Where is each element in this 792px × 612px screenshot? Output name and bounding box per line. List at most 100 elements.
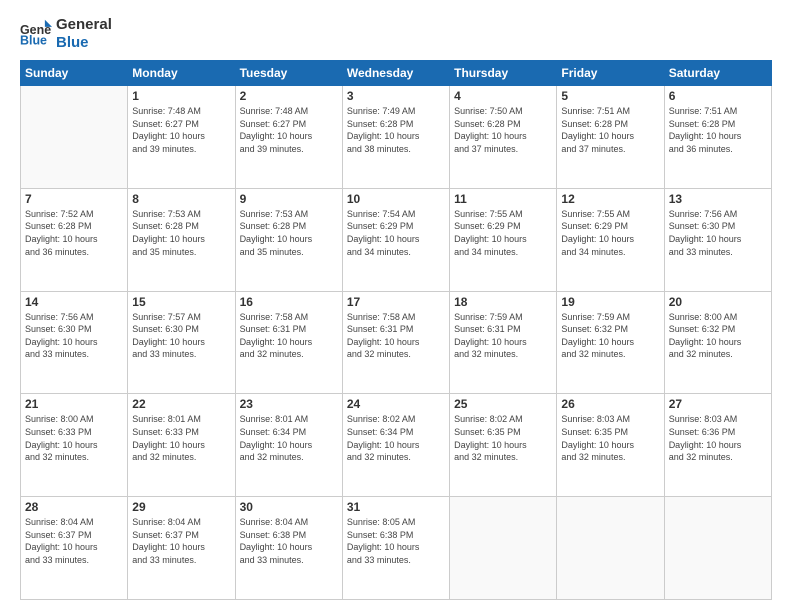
weekday-header-wednesday: Wednesday — [342, 61, 449, 86]
day-info: Sunrise: 7:52 AM Sunset: 6:28 PM Dayligh… — [25, 208, 123, 258]
day-info: Sunrise: 7:56 AM Sunset: 6:30 PM Dayligh… — [25, 311, 123, 361]
day-info: Sunrise: 7:53 AM Sunset: 6:28 PM Dayligh… — [240, 208, 338, 258]
day-info: Sunrise: 8:02 AM Sunset: 6:35 PM Dayligh… — [454, 413, 552, 463]
day-number: 12 — [561, 192, 659, 206]
calendar-cell: 8 Sunrise: 7:53 AM Sunset: 6:28 PM Daylig… — [128, 188, 235, 291]
calendar-week-row: 28Sunrise: 8:04 AM Sunset: 6:37 PM Dayli… — [21, 497, 772, 600]
day-number: 27 — [669, 397, 767, 411]
day-number: 20 — [669, 295, 767, 309]
calendar-cell: 17 Sunrise: 7:58 AM Sunset: 6:31 PM Dayli… — [342, 291, 449, 394]
calendar-cell: 5Sunrise: 7:51 AM Sunset: 6:28 PM Daylig… — [557, 86, 664, 189]
day-number: 16 — [240, 295, 338, 309]
calendar-cell: 24Sunrise: 8:02 AM Sunset: 6:34 PM Dayli… — [342, 394, 449, 497]
day-info: Sunrise: 7:59 AM Sunset: 6:31 PM Dayligh… — [454, 311, 552, 361]
calendar-week-row: 1 Sunrise: 7:48 AM Sunset: 6:27 PM Daylig… — [21, 86, 772, 189]
day-info: Sunrise: 8:03 AM Sunset: 6:35 PM Dayligh… — [561, 413, 659, 463]
day-number: 7 — [25, 192, 123, 206]
day-number: 8 — [132, 192, 230, 206]
weekday-header-friday: Friday — [557, 61, 664, 86]
calendar-cell: 2Sunrise: 7:48 AM Sunset: 6:27 PM Daylig… — [235, 86, 342, 189]
calendar-cell: 7 Sunrise: 7:52 AM Sunset: 6:28 PM Daylig… — [21, 188, 128, 291]
day-number: 21 — [25, 397, 123, 411]
day-number: 17 — [347, 295, 445, 309]
calendar-cell: 18 Sunrise: 7:59 AM Sunset: 6:31 PM Dayli… — [450, 291, 557, 394]
calendar-cell: 3Sunrise: 7:49 AM Sunset: 6:28 PM Daylig… — [342, 86, 449, 189]
logo-icon: General Blue — [20, 18, 52, 50]
day-number: 19 — [561, 295, 659, 309]
day-number: 11 — [454, 192, 552, 206]
day-number: 23 — [240, 397, 338, 411]
day-number: 18 — [454, 295, 552, 309]
day-info: Sunrise: 8:05 AM Sunset: 6:38 PM Dayligh… — [347, 516, 445, 566]
day-info: Sunrise: 7:57 AM Sunset: 6:30 PM Dayligh… — [132, 311, 230, 361]
day-info: Sunrise: 8:04 AM Sunset: 6:38 PM Dayligh… — [240, 516, 338, 566]
calendar-cell: 25 Sunrise: 8:02 AM Sunset: 6:35 PM Dayli… — [450, 394, 557, 497]
day-info: Sunrise: 7:50 AM Sunset: 6:28 PM Dayligh… — [454, 105, 552, 155]
day-info: Sunrise: 7:58 AM Sunset: 6:31 PM Dayligh… — [240, 311, 338, 361]
day-number: 4 — [454, 89, 552, 103]
calendar-week-row: 21 Sunrise: 8:00 AM Sunset: 6:33 PM Dayli… — [21, 394, 772, 497]
calendar-cell: 31 Sunrise: 8:05 AM Sunset: 6:38 PM Dayli… — [342, 497, 449, 600]
day-number: 2 — [240, 89, 338, 103]
day-info: Sunrise: 7:55 AM Sunset: 6:29 PM Dayligh… — [561, 208, 659, 258]
calendar-cell — [557, 497, 664, 600]
day-info: Sunrise: 7:49 AM Sunset: 6:28 PM Dayligh… — [347, 105, 445, 155]
weekday-header-monday: Monday — [128, 61, 235, 86]
day-info: Sunrise: 8:01 AM Sunset: 6:33 PM Dayligh… — [132, 413, 230, 463]
calendar-cell: 15 Sunrise: 7:57 AM Sunset: 6:30 PM Dayli… — [128, 291, 235, 394]
logo-blue: Blue — [56, 34, 112, 52]
calendar-cell: 12 Sunrise: 7:55 AM Sunset: 6:29 PM Dayli… — [557, 188, 664, 291]
day-number: 29 — [132, 500, 230, 514]
calendar-cell: 4 Sunrise: 7:50 AM Sunset: 6:28 PM Daylig… — [450, 86, 557, 189]
calendar-cell: 28Sunrise: 8:04 AM Sunset: 6:37 PM Dayli… — [21, 497, 128, 600]
day-number: 15 — [132, 295, 230, 309]
calendar-cell: 29 Sunrise: 8:04 AM Sunset: 6:37 PM Dayli… — [128, 497, 235, 600]
calendar-cell: 22 Sunrise: 8:01 AM Sunset: 6:33 PM Dayli… — [128, 394, 235, 497]
day-number: 1 — [132, 89, 230, 103]
calendar-table: SundayMondayTuesdayWednesdayThursdayFrid… — [20, 60, 772, 600]
calendar-cell — [664, 497, 771, 600]
logo: General Blue General Blue — [20, 16, 112, 52]
calendar-cell: 21 Sunrise: 8:00 AM Sunset: 6:33 PM Dayli… — [21, 394, 128, 497]
day-number: 6 — [669, 89, 767, 103]
weekday-header-saturday: Saturday — [664, 61, 771, 86]
day-info: Sunrise: 7:56 AM Sunset: 6:30 PM Dayligh… — [669, 208, 767, 258]
calendar-cell: 10 Sunrise: 7:54 AM Sunset: 6:29 PM Dayli… — [342, 188, 449, 291]
calendar-cell: 13 Sunrise: 7:56 AM Sunset: 6:30 PM Dayli… — [664, 188, 771, 291]
calendar-cell: 11Sunrise: 7:55 AM Sunset: 6:29 PM Dayli… — [450, 188, 557, 291]
calendar-week-row: 7 Sunrise: 7:52 AM Sunset: 6:28 PM Daylig… — [21, 188, 772, 291]
day-info: Sunrise: 7:51 AM Sunset: 6:28 PM Dayligh… — [561, 105, 659, 155]
day-info: Sunrise: 7:54 AM Sunset: 6:29 PM Dayligh… — [347, 208, 445, 258]
day-number: 10 — [347, 192, 445, 206]
calendar-cell: 19 Sunrise: 7:59 AM Sunset: 6:32 PM Dayli… — [557, 291, 664, 394]
header: General Blue General Blue — [20, 16, 772, 52]
day-number: 26 — [561, 397, 659, 411]
weekday-header-sunday: Sunday — [21, 61, 128, 86]
weekday-header-thursday: Thursday — [450, 61, 557, 86]
logo-general: General — [56, 16, 112, 34]
day-info: Sunrise: 8:04 AM Sunset: 6:37 PM Dayligh… — [25, 516, 123, 566]
calendar-header-row: SundayMondayTuesdayWednesdayThursdayFrid… — [21, 61, 772, 86]
calendar-cell: 16 Sunrise: 7:58 AM Sunset: 6:31 PM Dayli… — [235, 291, 342, 394]
calendar-cell: 26 Sunrise: 8:03 AM Sunset: 6:35 PM Dayli… — [557, 394, 664, 497]
day-info: Sunrise: 8:00 AM Sunset: 6:33 PM Dayligh… — [25, 413, 123, 463]
calendar-cell — [21, 86, 128, 189]
day-number: 31 — [347, 500, 445, 514]
day-number: 13 — [669, 192, 767, 206]
day-info: Sunrise: 8:00 AM Sunset: 6:32 PM Dayligh… — [669, 311, 767, 361]
day-number: 30 — [240, 500, 338, 514]
day-info: Sunrise: 7:58 AM Sunset: 6:31 PM Dayligh… — [347, 311, 445, 361]
calendar-cell: 30 Sunrise: 8:04 AM Sunset: 6:38 PM Dayli… — [235, 497, 342, 600]
day-info: Sunrise: 7:59 AM Sunset: 6:32 PM Dayligh… — [561, 311, 659, 361]
calendar-cell: 9Sunrise: 7:53 AM Sunset: 6:28 PM Daylig… — [235, 188, 342, 291]
day-info: Sunrise: 7:48 AM Sunset: 6:27 PM Dayligh… — [132, 105, 230, 155]
day-info: Sunrise: 7:53 AM Sunset: 6:28 PM Dayligh… — [132, 208, 230, 258]
day-info: Sunrise: 8:02 AM Sunset: 6:34 PM Dayligh… — [347, 413, 445, 463]
calendar-cell: 23 Sunrise: 8:01 AM Sunset: 6:34 PM Dayli… — [235, 394, 342, 497]
page: General Blue General Blue SundayMondayTu… — [0, 0, 792, 612]
day-info: Sunrise: 7:51 AM Sunset: 6:28 PM Dayligh… — [669, 105, 767, 155]
day-info: Sunrise: 8:04 AM Sunset: 6:37 PM Dayligh… — [132, 516, 230, 566]
day-number: 22 — [132, 397, 230, 411]
day-info: Sunrise: 8:01 AM Sunset: 6:34 PM Dayligh… — [240, 413, 338, 463]
day-number: 25 — [454, 397, 552, 411]
